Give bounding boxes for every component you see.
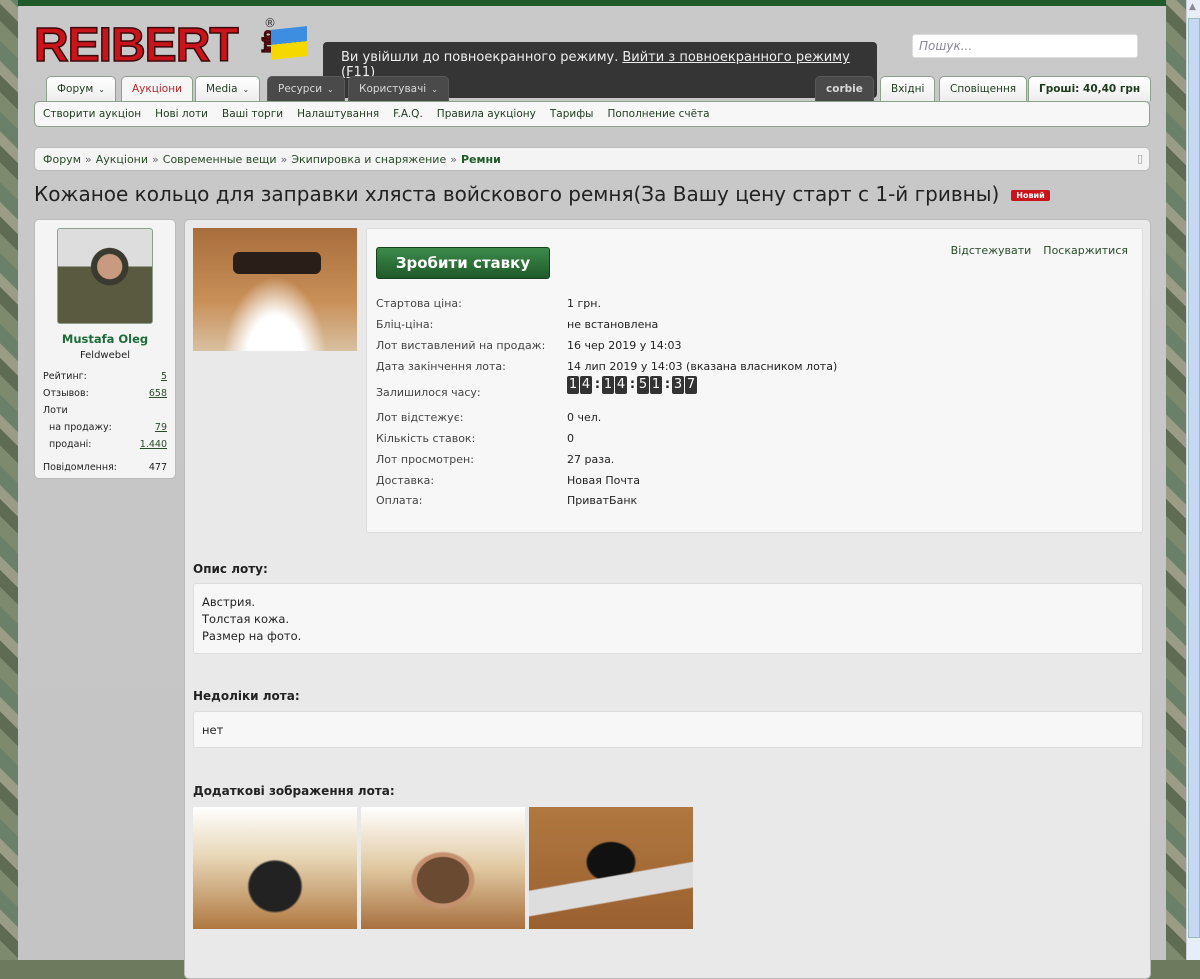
lot-field-value: 27 раза.: [567, 453, 615, 466]
subnav-create-auction[interactable]: Створити аукціон: [43, 108, 141, 120]
avatar[interactable]: [57, 228, 153, 324]
lot-field-value: 0 чел.: [567, 411, 602, 424]
scroll-up-icon[interactable]: ▲: [1189, 2, 1196, 12]
lot-field-label: Бліц-ціна:: [376, 318, 434, 331]
lot-field-label: Дата закінчення лота:: [376, 360, 506, 373]
scrollbar[interactable]: ▲: [1186, 0, 1200, 960]
subnav-settings[interactable]: Налаштування: [297, 108, 379, 120]
report-link[interactable]: Поскаржитися: [1043, 244, 1128, 257]
lot-field-label: Кількість ставок:: [376, 432, 476, 445]
countdown-timer: 14:14:51:37: [567, 376, 698, 394]
subnav-new-lots[interactable]: Нові лоти: [155, 108, 208, 120]
tab-user-account[interactable]: corbie: [815, 76, 874, 101]
subnav-rules[interactable]: Правила аукціону: [437, 108, 536, 120]
page-title: Кожаное кольцо для заправки хляста войск…: [34, 182, 1050, 206]
description-box: Австрия. Толстая кожа. Размер на фото.: [193, 583, 1143, 654]
breadcrumb-forum[interactable]: Форум: [43, 153, 81, 166]
page: REIBERT info ® Пошук... Форум ⌄ Аукціони M…: [18, 0, 1166, 979]
lot-main-image[interactable]: [193, 228, 357, 351]
lot-field-label: Доставка:: [376, 474, 435, 487]
for-sale-link[interactable]: 79: [155, 422, 167, 433]
chevron-down-icon: ⌄: [327, 85, 334, 94]
defects-box: нет: [193, 711, 1143, 748]
place-bid-button[interactable]: Зробити ставку: [376, 247, 550, 279]
extra-image-3[interactable]: [529, 807, 693, 929]
subnav-your-bids[interactable]: Ваші торги: [222, 108, 283, 120]
countdown-separator: :: [594, 377, 601, 392]
scrollbar-thumb[interactable]: [1188, 18, 1200, 938]
lot-field-label: Лот просмотрен:: [376, 453, 474, 466]
tab-auctions[interactable]: Аукціони: [121, 76, 193, 103]
tab-resources[interactable]: Ресурси ⌄: [267, 76, 345, 101]
tab-forum[interactable]: Форум ⌄: [46, 76, 116, 101]
extra-image-2[interactable]: [361, 807, 525, 929]
watch-link[interactable]: Відстежувати: [951, 244, 1032, 257]
logo[interactable]: REIBERT info: [33, 18, 275, 73]
defects-heading: Недоліки лота:: [193, 689, 300, 703]
countdown-digit: 1: [650, 376, 662, 394]
countdown-digit: 7: [685, 376, 697, 394]
rating-link[interactable]: 5: [161, 371, 167, 382]
lot-field-value: не встановлена: [567, 318, 659, 331]
countdown-separator: :: [629, 377, 636, 392]
sub-navigation: Створити аукціон Нові лоти Ваші торги Налаш…: [34, 101, 1150, 127]
countdown-digit: 3: [672, 376, 684, 394]
chevron-down-icon: ⌄: [431, 85, 438, 94]
lot-field-value: 14 лип 2019 у 14:03 (вказана власником л…: [567, 360, 838, 373]
ukraine-flag-icon: [271, 26, 307, 60]
registered-mark: ®: [264, 16, 276, 30]
lot-panel: Зробити ставку Відстежувати Поскаржитися …: [184, 219, 1151, 979]
chevron-down-icon: ⌄: [242, 85, 250, 94]
lot-field-label: Лот відстежує:: [376, 411, 464, 424]
countdown-digit: 4: [580, 376, 592, 394]
subnav-faq[interactable]: F.A.Q.: [393, 108, 423, 120]
tab-alerts[interactable]: Сповіщення: [939, 76, 1028, 101]
description-heading: Опис лоту:: [193, 562, 268, 576]
lot-field-value: 1 грн.: [567, 297, 601, 310]
breadcrumb-belts[interactable]: Ремни: [461, 153, 501, 166]
lot-info: Зробити ставку Відстежувати Поскаржитися …: [366, 228, 1143, 533]
countdown-separator: :: [664, 377, 671, 392]
tab-inbox[interactable]: Вхідні: [880, 76, 936, 101]
document-icon[interactable]: ▯: [1137, 152, 1143, 165]
breadcrumb-equipment[interactable]: Экипировка и снаряжение: [291, 153, 446, 166]
background-camo-left: [0, 0, 18, 960]
lot-field-label: Оплата:: [376, 494, 423, 507]
lot-field-label: Лот виставлений на продаж:: [376, 339, 546, 352]
tab-money[interactable]: Гроші: 40,40 грн: [1028, 76, 1152, 101]
subnav-tariffs[interactable]: Тарифы: [550, 108, 594, 120]
countdown-digit: 4: [615, 376, 627, 394]
seller-name[interactable]: Mustafa Oleg: [43, 332, 167, 346]
lot-field-value: 16 чер 2019 у 14:03: [567, 339, 682, 352]
tab-users[interactable]: Користувачі ⌄: [348, 76, 449, 101]
breadcrumb: Форум» Аукціони» Современные вещи» Экипиров…: [34, 147, 1150, 171]
breadcrumb-modern[interactable]: Современные вещи: [163, 153, 277, 166]
new-badge: Новий: [1011, 190, 1050, 201]
subnav-topup[interactable]: Пополнение счёта: [607, 108, 709, 120]
countdown-digit: 1: [602, 376, 614, 394]
seller-rank: Feldwebel: [79, 350, 131, 361]
extra-image-1[interactable]: [193, 807, 357, 929]
countdown-digit: 5: [637, 376, 649, 394]
chevron-down-icon: ⌄: [98, 85, 105, 94]
lot-field-value: Новая Почта: [567, 474, 640, 487]
seller-card: Mustafa Oleg Feldwebel Рейтинг: 5 Отзывов…: [34, 219, 176, 479]
countdown-digit: 1: [567, 376, 579, 394]
lot-field-value: ПриватБанк: [567, 494, 638, 507]
sold-link[interactable]: 1.440: [140, 439, 167, 450]
breadcrumb-auctions[interactable]: Аукціони: [96, 153, 148, 166]
lot-field-value: 0: [567, 432, 574, 445]
lot-field-label: Залишилося часу:: [376, 386, 481, 399]
background-camo-right: [1166, 0, 1186, 960]
search-input[interactable]: Пошук...: [912, 34, 1138, 58]
reviews-link[interactable]: 658: [149, 388, 167, 399]
lot-field-label: Стартова ціна:: [376, 297, 462, 310]
extra-images-heading: Додаткові зображення лота:: [193, 784, 395, 798]
top-bar: [18, 0, 1166, 6]
tab-media[interactable]: Media ⌄: [195, 76, 261, 101]
